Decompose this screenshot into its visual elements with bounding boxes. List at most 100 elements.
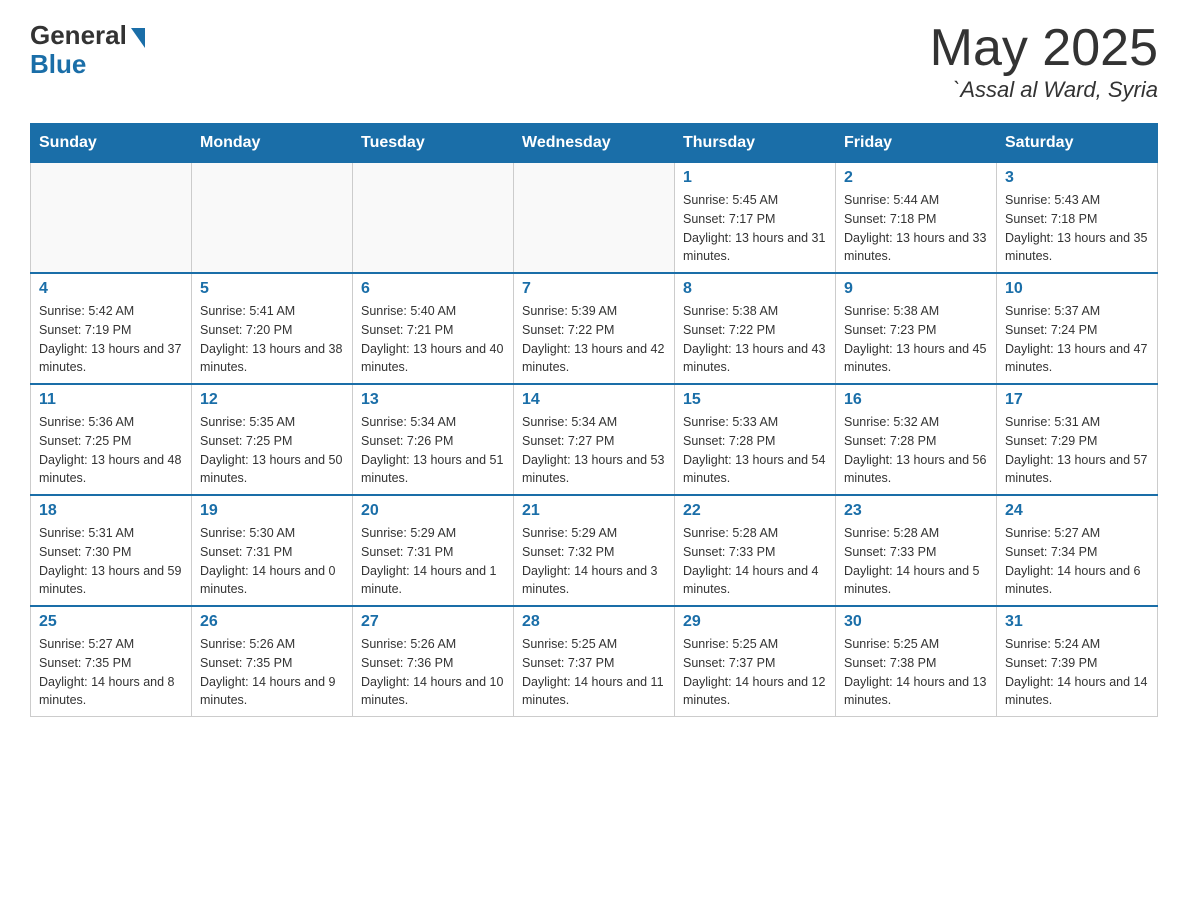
day-number: 3 <box>1005 169 1149 187</box>
calendar-week-row: 1 Sunrise: 5:45 AMSunset: 7:17 PMDaylight… <box>31 163 1158 274</box>
day-number: 26 <box>200 613 344 631</box>
calendar-day-cell: 16Sunrise: 5:32 AMSunset: 7:28 PMDayligh… <box>836 384 997 495</box>
calendar-day-cell: 11Sunrise: 5:36 AMSunset: 7:25 PMDayligh… <box>31 384 192 495</box>
day-info: Sunrise: 5:24 AMSunset: 7:39 PMDaylight:… <box>1005 635 1149 710</box>
day-info: Sunrise: 5:29 AMSunset: 7:31 PMDaylight:… <box>361 524 505 599</box>
calendar-day-cell <box>31 163 192 274</box>
day-info: Sunrise: 5:41 AMSunset: 7:20 PMDaylight:… <box>200 302 344 377</box>
calendar-week-row: 4Sunrise: 5:42 AMSunset: 7:19 PMDaylight… <box>31 273 1158 384</box>
day-number: 8 <box>683 280 827 298</box>
day-of-week-header: Tuesday <box>353 124 514 163</box>
logo-general-text: General <box>30 20 127 51</box>
calendar-day-cell: 9 Sunrise: 5:38 AMSunset: 7:23 PMDaylight… <box>836 273 997 384</box>
location-subtitle: `Assal al Ward, Syria <box>930 77 1158 103</box>
day-of-week-header: Friday <box>836 124 997 163</box>
calendar-week-row: 11Sunrise: 5:36 AMSunset: 7:25 PMDayligh… <box>31 384 1158 495</box>
calendar-day-cell <box>514 163 675 274</box>
title-section: May 2025 `Assal al Ward, Syria <box>930 20 1158 103</box>
calendar-day-cell: 26 Sunrise: 5:26 AMSunset: 7:35 PMDayligh… <box>192 606 353 717</box>
day-info: Sunrise: 5:40 AMSunset: 7:21 PMDaylight:… <box>361 302 505 377</box>
calendar-day-cell: 13 Sunrise: 5:34 AMSunset: 7:26 PMDayligh… <box>353 384 514 495</box>
day-number: 10 <box>1005 280 1149 298</box>
day-info: Sunrise: 5:28 AMSunset: 7:33 PMDaylight:… <box>844 524 988 599</box>
day-info: Sunrise: 5:30 AMSunset: 7:31 PMDaylight:… <box>200 524 344 599</box>
calendar-day-cell: 4Sunrise: 5:42 AMSunset: 7:19 PMDaylight… <box>31 273 192 384</box>
day-number: 27 <box>361 613 505 631</box>
calendar-day-cell: 6 Sunrise: 5:40 AMSunset: 7:21 PMDaylight… <box>353 273 514 384</box>
day-number: 18 <box>39 502 183 520</box>
calendar-day-cell: 29Sunrise: 5:25 AMSunset: 7:37 PMDayligh… <box>675 606 836 717</box>
day-info: Sunrise: 5:42 AMSunset: 7:19 PMDaylight:… <box>39 302 183 377</box>
day-info: Sunrise: 5:27 AMSunset: 7:35 PMDaylight:… <box>39 635 183 710</box>
day-number: 21 <box>522 502 666 520</box>
calendar-day-cell: 31 Sunrise: 5:24 AMSunset: 7:39 PMDayligh… <box>997 606 1158 717</box>
calendar-day-cell: 12 Sunrise: 5:35 AMSunset: 7:25 PMDayligh… <box>192 384 353 495</box>
day-of-week-header: Thursday <box>675 124 836 163</box>
day-info: Sunrise: 5:37 AMSunset: 7:24 PMDaylight:… <box>1005 302 1149 377</box>
day-number: 9 <box>844 280 988 298</box>
calendar-day-cell: 15Sunrise: 5:33 AMSunset: 7:28 PMDayligh… <box>675 384 836 495</box>
calendar-week-row: 18Sunrise: 5:31 AMSunset: 7:30 PMDayligh… <box>31 495 1158 606</box>
day-number: 2 <box>844 169 988 187</box>
day-number: 31 <box>1005 613 1149 631</box>
day-number: 6 <box>361 280 505 298</box>
day-of-week-header: Saturday <box>997 124 1158 163</box>
calendar-day-cell: 17 Sunrise: 5:31 AMSunset: 7:29 PMDayligh… <box>997 384 1158 495</box>
day-number: 5 <box>200 280 344 298</box>
calendar-day-cell: 14Sunrise: 5:34 AMSunset: 7:27 PMDayligh… <box>514 384 675 495</box>
calendar-header-row: SundayMondayTuesdayWednesdayThursdayFrid… <box>31 124 1158 163</box>
calendar-day-cell: 23Sunrise: 5:28 AMSunset: 7:33 PMDayligh… <box>836 495 997 606</box>
day-number: 19 <box>200 502 344 520</box>
calendar-day-cell: 18Sunrise: 5:31 AMSunset: 7:30 PMDayligh… <box>31 495 192 606</box>
day-info: Sunrise: 5:26 AMSunset: 7:36 PMDaylight:… <box>361 635 505 710</box>
day-number: 13 <box>361 391 505 409</box>
calendar-day-cell <box>192 163 353 274</box>
day-info: Sunrise: 5:38 AMSunset: 7:22 PMDaylight:… <box>683 302 827 377</box>
calendar-day-cell: 8 Sunrise: 5:38 AMSunset: 7:22 PMDaylight… <box>675 273 836 384</box>
day-info: Sunrise: 5:27 AMSunset: 7:34 PMDaylight:… <box>1005 524 1149 599</box>
calendar-table: SundayMondayTuesdayWednesdayThursdayFrid… <box>30 123 1158 717</box>
calendar-day-cell: 20 Sunrise: 5:29 AMSunset: 7:31 PMDayligh… <box>353 495 514 606</box>
day-of-week-header: Monday <box>192 124 353 163</box>
month-year-title: May 2025 <box>930 20 1158 77</box>
day-info: Sunrise: 5:35 AMSunset: 7:25 PMDaylight:… <box>200 413 344 488</box>
day-info: Sunrise: 5:33 AMSunset: 7:28 PMDaylight:… <box>683 413 827 488</box>
day-number: 17 <box>1005 391 1149 409</box>
day-number: 12 <box>200 391 344 409</box>
calendar-day-cell: 2 Sunrise: 5:44 AMSunset: 7:18 PMDaylight… <box>836 163 997 274</box>
calendar-day-cell: 7 Sunrise: 5:39 AMSunset: 7:22 PMDaylight… <box>514 273 675 384</box>
day-number: 25 <box>39 613 183 631</box>
day-info: Sunrise: 5:29 AMSunset: 7:32 PMDaylight:… <box>522 524 666 599</box>
day-info: Sunrise: 5:45 AMSunset: 7:17 PMDaylight:… <box>683 191 827 266</box>
day-number: 30 <box>844 613 988 631</box>
day-number: 1 <box>683 169 827 187</box>
page-header: General Blue May 2025 `Assal al Ward, Sy… <box>30 20 1158 103</box>
day-info: Sunrise: 5:25 AMSunset: 7:37 PMDaylight:… <box>522 635 666 710</box>
calendar-day-cell: 10 Sunrise: 5:37 AMSunset: 7:24 PMDayligh… <box>997 273 1158 384</box>
calendar-day-cell: 30 Sunrise: 5:25 AMSunset: 7:38 PMDayligh… <box>836 606 997 717</box>
day-info: Sunrise: 5:39 AMSunset: 7:22 PMDaylight:… <box>522 302 666 377</box>
day-info: Sunrise: 5:32 AMSunset: 7:28 PMDaylight:… <box>844 413 988 488</box>
day-number: 24 <box>1005 502 1149 520</box>
calendar-day-cell: 27 Sunrise: 5:26 AMSunset: 7:36 PMDayligh… <box>353 606 514 717</box>
day-info: Sunrise: 5:28 AMSunset: 7:33 PMDaylight:… <box>683 524 827 599</box>
logo-blue-text: Blue <box>30 49 86 80</box>
day-number: 7 <box>522 280 666 298</box>
calendar-day-cell <box>353 163 514 274</box>
day-number: 29 <box>683 613 827 631</box>
day-info: Sunrise: 5:44 AMSunset: 7:18 PMDaylight:… <box>844 191 988 266</box>
day-number: 22 <box>683 502 827 520</box>
calendar-day-cell: 24 Sunrise: 5:27 AMSunset: 7:34 PMDayligh… <box>997 495 1158 606</box>
day-info: Sunrise: 5:34 AMSunset: 7:26 PMDaylight:… <box>361 413 505 488</box>
day-info: Sunrise: 5:25 AMSunset: 7:38 PMDaylight:… <box>844 635 988 710</box>
calendar-day-cell: 22 Sunrise: 5:28 AMSunset: 7:33 PMDayligh… <box>675 495 836 606</box>
day-number: 20 <box>361 502 505 520</box>
logo: General Blue <box>30 20 145 80</box>
day-of-week-header: Sunday <box>31 124 192 163</box>
day-number: 28 <box>522 613 666 631</box>
day-info: Sunrise: 5:26 AMSunset: 7:35 PMDaylight:… <box>200 635 344 710</box>
day-info: Sunrise: 5:31 AMSunset: 7:29 PMDaylight:… <box>1005 413 1149 488</box>
calendar-day-cell: 19 Sunrise: 5:30 AMSunset: 7:31 PMDayligh… <box>192 495 353 606</box>
day-info: Sunrise: 5:38 AMSunset: 7:23 PMDaylight:… <box>844 302 988 377</box>
day-info: Sunrise: 5:43 AMSunset: 7:18 PMDaylight:… <box>1005 191 1149 266</box>
